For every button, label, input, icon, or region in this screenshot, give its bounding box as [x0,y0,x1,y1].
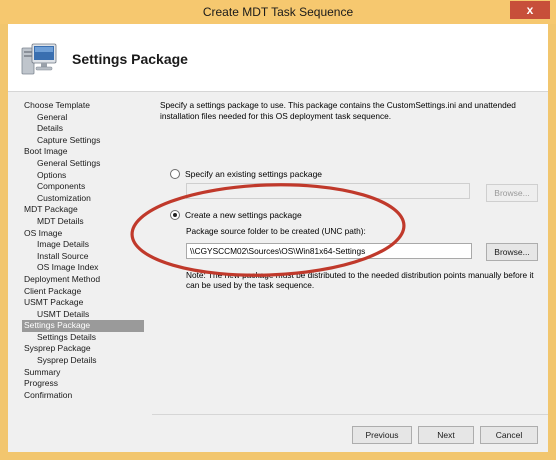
window-title: Create MDT Task Sequence [202,5,354,19]
nav-step-deployment-method: Deployment Method [24,273,101,284]
nav-step-settings-details: Settings Details [37,331,97,342]
wizard-step-nav: Choose Template General Details Capture Set… [22,100,144,401]
nav-step-options: Options [37,169,67,180]
existing-package-option[interactable]: Specify an existing settings package [170,169,322,179]
nav-step-details: Details [37,123,63,134]
cancel-button[interactable]: Cancel [480,426,538,444]
nav-step-boot-image: Boot Image [24,146,68,157]
nav-step-general: General [37,111,68,122]
close-button[interactable]: x [510,1,550,19]
title-bar[interactable]: Create MDT Task Sequence x [0,0,556,24]
nav-step-settings-package: Settings Package [22,320,144,332]
nav-step-sysprep-package: Sysprep Package [24,343,91,354]
existing-package-radio[interactable] [170,169,180,179]
source-browse-button[interactable]: Browse... [486,243,538,261]
distribution-note: Note: The new package must be distribute… [186,270,534,290]
new-package-option[interactable]: Create a new settings package [170,210,302,220]
nav-step-progress: Progress [24,378,59,389]
nav-step-components: Components [37,181,86,192]
nav-step-sysprep-details: Sysprep Details [37,355,97,366]
nav-step-capture-settings: Capture Settings [37,134,101,145]
source-folder-label: Package source folder to be created (UNC… [186,226,366,236]
nav-step-choose-template: Choose Template [24,100,90,110]
existing-package-label: Specify an existing settings package [185,169,323,179]
nav-step-image-details: Image Details [37,239,89,250]
nav-step-mdt-package: MDT Package [24,204,78,215]
page-description: Specify a settings package to use. This … [160,100,516,121]
footer-divider [152,414,548,415]
wizard-header: Settings Package [8,24,548,92]
nav-step-os-image: OS Image [24,227,63,238]
computer-icon [21,43,57,75]
nav-step-general-settings: General Settings [37,157,101,168]
nav-step-client-package: Client Package [24,285,82,296]
existing-browse-button[interactable]: Browse... [486,184,538,202]
next-button[interactable]: Next [418,426,474,444]
nav-step-usmt-package: USMT Package [24,297,84,308]
wizard-window: Create MDT Task Sequence x Settings Pack… [0,0,556,460]
previous-button[interactable]: Previous [352,426,412,444]
new-package-radio[interactable] [170,210,180,220]
nav-step-install-source: Install Source [37,250,89,261]
nav-step-usmt-details: USMT Details [37,308,90,319]
page-title: Settings Package [72,51,188,67]
nav-step-customization: Customization [37,192,91,203]
new-package-label: Create a new settings package [185,210,302,220]
source-folder-field[interactable]: \\CGYSCCM02\Sources\OS\Win81x64-Settings [186,243,472,259]
wizard-client: Settings Package Choose Template General D… [8,24,548,452]
nav-step-os-image-index: OS Image Index [37,262,99,273]
settings-package-pane: Specify a settings package to use. This … [160,100,538,420]
existing-package-field[interactable] [186,183,470,199]
nav-step-confirmation: Confirmation [24,389,73,400]
nav-step-mdt-details: MDT Details [37,215,84,226]
nav-step-summary: Summary [24,366,61,377]
